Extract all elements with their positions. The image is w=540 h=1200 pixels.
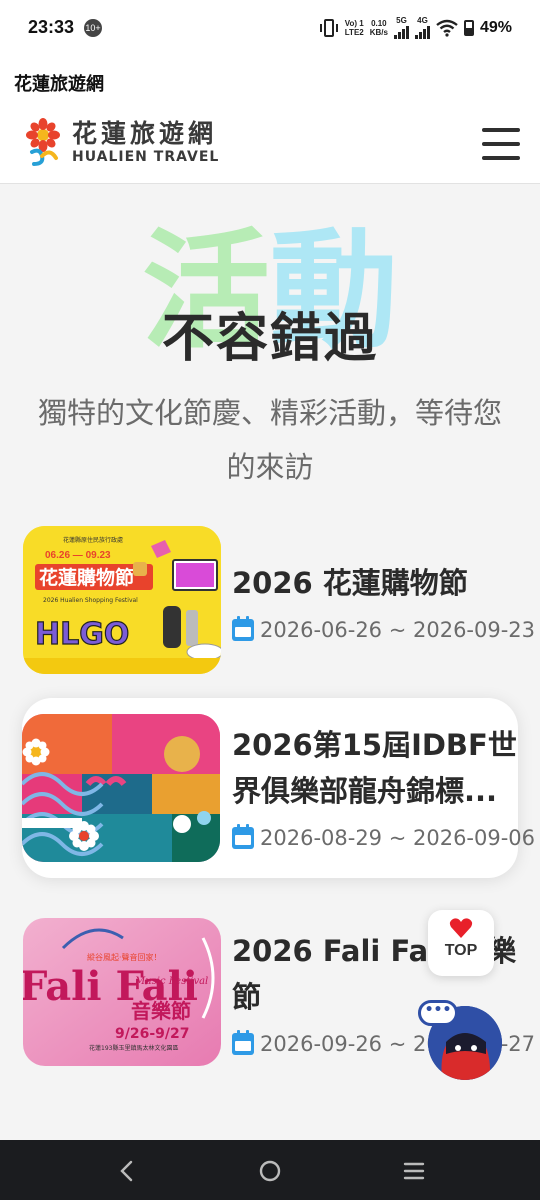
event-thumbnail: 縱谷風起·聲音回家！ Fali Fali Music Festival 音樂節 … [23, 918, 221, 1066]
thumb-en-text: 2026 Hualien Shopping Festival [43, 597, 138, 604]
notification-badge: 10+ [84, 19, 102, 37]
event-card[interactable]: 花蓮縣原住民族行政處 06.26 — 09.23 花蓮購物節 2026 Hual… [0, 518, 540, 676]
event-date: 2026-06-26 ~ 2026-09-23 [232, 616, 536, 642]
thumb-music-text: Music Festival [134, 976, 208, 987]
nav-home-icon[interactable] [250, 1158, 290, 1184]
flower-logo-icon [26, 118, 60, 166]
heart-icon [449, 918, 473, 938]
calendar-icon [232, 824, 254, 849]
hamburger-menu-icon[interactable] [482, 128, 520, 160]
logo-text-zh: 花蓮旅遊網 [72, 119, 218, 148]
network-speed: 0.10 KB/s [369, 18, 388, 37]
signal-bars-icon [414, 25, 430, 39]
status-bar: 23:33 10+ Vo) 1 LTE2 0.10 KB/s 5G 4G 49% [0, 0, 540, 58]
app-title-bar: 花蓮旅遊網 [0, 58, 540, 106]
event-title[interactable]: 2026第15屆IDBF世界俱樂部龍舟錦標... [232, 722, 518, 814]
back-to-top-button[interactable]: TOP [428, 910, 494, 976]
vibrate-icon [319, 18, 338, 37]
calendar-icon [232, 616, 254, 641]
thumb-zh-text: 音樂節 [131, 999, 191, 1023]
event-title[interactable]: 2026 花蓮購物節 [232, 560, 532, 606]
status-icons: Vo) 1 LTE2 0.10 KB/s 5G 4G 49% [319, 16, 512, 39]
app-title: 花蓮旅遊網 [14, 74, 104, 95]
thumb-tag-text: 縱谷風起·聲音回家！ [87, 952, 162, 962]
site-header: 花蓮旅遊網 HUALIEN TRAVEL [0, 106, 540, 184]
system-nav-bar [0, 1140, 540, 1200]
event-thumbnail [22, 714, 220, 862]
hero-title: 不容錯過 [161, 309, 378, 369]
event-date: 2026-08-29 ~ 2026-09-06 [232, 824, 536, 850]
event-date-text: 2026-08-29 ~ 2026-09-06 [260, 826, 536, 850]
battery-percent: 49% [479, 18, 512, 36]
event-thumbnail: 花蓮縣原住民族行政處 06.26 — 09.23 花蓮購物節 2026 Hual… [23, 526, 221, 674]
status-time: 23:33 [28, 17, 75, 37]
thumb-name-text: 花蓮購物節 [39, 566, 134, 589]
signal-5g: 5G [393, 16, 409, 39]
signal-4g: 4G [414, 16, 430, 39]
hero-subtitle: 獨特的文化節慶、精彩活動，等待您的來訪 [37, 396, 502, 484]
thumb-org-text: 花蓮縣原住民族行政處 [63, 536, 123, 544]
signal-bars-icon [393, 25, 409, 39]
wifi-icon [436, 19, 458, 37]
site-logo[interactable]: 花蓮旅遊網 HUALIEN TRAVEL [22, 118, 219, 168]
thumb-dates-text: 9/26-9/27 [115, 1026, 189, 1042]
nav-back-icon[interactable] [106, 1158, 146, 1184]
back-to-top-label: TOP [444, 942, 478, 959]
event-card[interactable]: 2026第15屆IDBF世界俱樂部龍舟錦標... 2026-08-29 ~ 20… [22, 698, 535, 878]
thumb-word-text: HLGO [35, 617, 129, 652]
thumb-venue-text: 花蓮193縣玉里鎮馬太林文化園區 [89, 1044, 178, 1052]
chat-bubble-icon[interactable]: ••• [418, 1000, 458, 1026]
nav-recents-icon[interactable] [394, 1158, 434, 1184]
volte-indicator: Vo) 1 LTE2 [344, 18, 364, 37]
event-date-text: 2026-06-26 ~ 2026-09-23 [260, 618, 536, 642]
logo-text-en: HUALIEN TRAVEL [72, 149, 220, 165]
battery-icon [463, 19, 474, 36]
calendar-icon [232, 1030, 254, 1055]
thumb-dates-text: 06.26 — 09.23 [45, 550, 111, 561]
